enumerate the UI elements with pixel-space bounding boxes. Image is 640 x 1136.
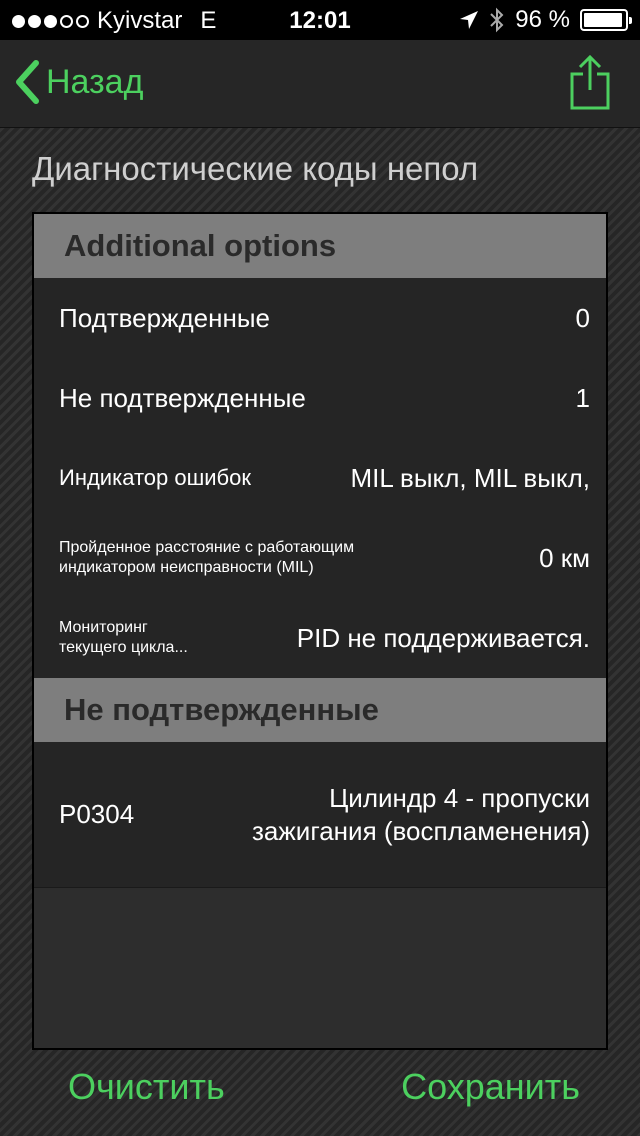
bluetooth-icon [490, 7, 504, 33]
chevron-left-icon [16, 60, 39, 104]
row-label: Мониторинг текущего цикла... [59, 619, 188, 656]
dtc-row[interactable]: P0304 Цилиндр 4 - пропуски зажигания (во… [34, 742, 606, 888]
row-cycle-monitoring[interactable]: Мониторинг текущего цикла... PID не подд… [34, 598, 606, 678]
row-unconfirmed[interactable]: Не подтвержденные 1 [34, 358, 606, 438]
battery-level [584, 13, 623, 27]
row-value: PID не поддерживается. [296, 622, 590, 653]
dtc-description: Цилиндр 4 - пропуски зажигания (воспламе… [252, 782, 590, 846]
status-right: 96 % [459, 6, 632, 34]
diagnostic-panel: Additional options Подтвержденные 0 Не п… [32, 212, 608, 1050]
share-icon [570, 54, 610, 110]
row-value: 0 км [539, 542, 590, 573]
back-button[interactable]: Назад [14, 60, 143, 104]
row-label: Пройденное расстояние с работающим индик… [59, 539, 355, 576]
row-value: 0 [575, 302, 590, 333]
status-bar: Kyivstar E 12:01 96 % [0, 0, 640, 40]
back-button-label: Назад [46, 62, 144, 101]
battery-percent: 96 % [515, 6, 570, 33]
row-error-indicator[interactable]: Индикатор ошибок MIL выкл, MIL выкл, [34, 438, 606, 518]
page-title: Диагностические коды непол [32, 150, 479, 187]
row-label: Индикатор ошибок [59, 465, 251, 490]
share-button[interactable] [570, 54, 610, 115]
section-header-additional-options: Additional options [34, 214, 606, 278]
row-value: MIL выкл, MIL выкл, [350, 462, 590, 493]
row-confirmed[interactable]: Подтвержденные 0 [34, 278, 606, 358]
row-label: Не подтвержденные [59, 382, 306, 413]
save-button[interactable]: Сохранить [401, 1066, 580, 1108]
row-mil-distance[interactable]: Пройденное расстояние с работающим индик… [34, 518, 606, 598]
clear-button[interactable]: Очистить [68, 1066, 225, 1108]
row-value: 1 [575, 382, 590, 413]
location-arrow-icon [460, 11, 479, 29]
row-label: Подтвержденные [59, 302, 270, 333]
section-header-unconfirmed: Не подтвержденные [34, 678, 606, 742]
battery-icon [580, 9, 632, 31]
dtc-code: P0304 [59, 799, 135, 829]
navigation-bar: Назад [0, 40, 640, 128]
